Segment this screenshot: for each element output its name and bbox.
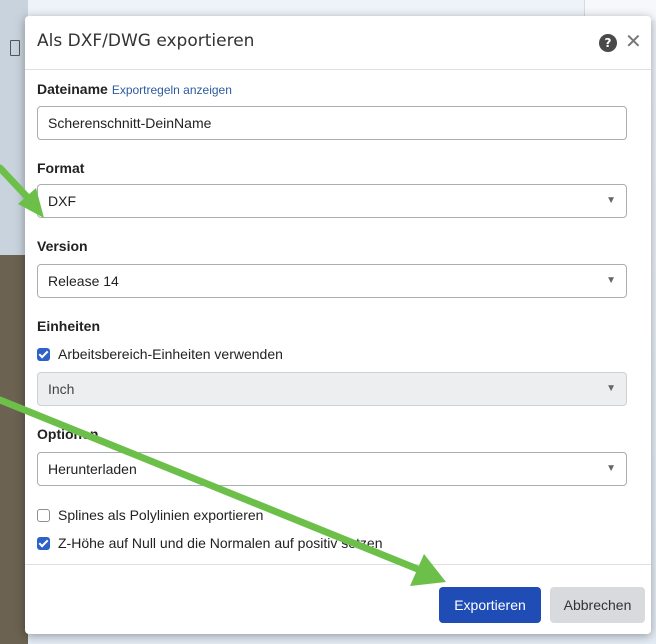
format-label: Format xyxy=(37,160,85,176)
background-viewport xyxy=(0,255,28,644)
use-workspace-units-label: Arbeitsbereich-Einheiten verwenden xyxy=(58,346,283,362)
export-dialog: Als DXF/DWG exportieren ? ✕ Dateiname Exp… xyxy=(25,16,651,634)
splines-checkbox[interactable]: Splines als Polylinien exportieren xyxy=(37,506,263,524)
filename-input[interactable]: Scherenschnitt-DeinName xyxy=(37,106,627,140)
background-toolbar-icon xyxy=(10,40,20,56)
options-label: Optionen xyxy=(37,426,99,442)
checkbox-unchecked-icon xyxy=(37,509,50,522)
chevron-down-icon: ▼ xyxy=(606,383,616,394)
version-select[interactable]: Release 14 ▼ xyxy=(37,264,627,298)
use-workspace-units-checkbox[interactable]: Arbeitsbereich-Einheiten verwenden xyxy=(37,345,283,363)
splines-label: Splines als Polylinien exportieren xyxy=(58,507,264,523)
chevron-down-icon: ▼ xyxy=(606,195,616,206)
chevron-down-icon: ▼ xyxy=(606,463,616,474)
export-button[interactable]: Exportieren xyxy=(439,587,541,623)
version-value: Release 14 xyxy=(48,273,119,289)
filename-label-row: Dateiname Exportregeln anzeigen xyxy=(37,81,232,97)
checkbox-checked-icon xyxy=(37,348,50,361)
options-select[interactable]: Herunterladen ▼ xyxy=(37,452,627,486)
units-select: Inch ▼ xyxy=(37,372,627,406)
filename-value: Scherenschnitt-DeinName xyxy=(48,115,212,131)
checkbox-checked-icon xyxy=(37,537,50,550)
version-label: Version xyxy=(37,238,88,254)
zheight-label: Z-Höhe auf Null und die Normalen auf pos… xyxy=(58,535,383,551)
units-label: Einheiten xyxy=(37,318,101,334)
close-icon[interactable]: ✕ xyxy=(625,30,642,52)
export-rules-link[interactable]: Exportregeln anzeigen xyxy=(112,83,232,97)
dialog-header: Als DXF/DWG exportieren ? ✕ xyxy=(25,16,651,70)
format-value: DXF xyxy=(48,193,76,209)
cancel-button[interactable]: Abbrechen xyxy=(550,587,645,623)
format-select[interactable]: DXF ▼ xyxy=(37,184,627,218)
dialog-title: Als DXF/DWG exportieren xyxy=(37,31,255,51)
units-value: Inch xyxy=(48,381,75,397)
help-icon[interactable]: ? xyxy=(599,34,617,52)
chevron-down-icon: ▼ xyxy=(606,275,616,286)
filename-label: Dateiname xyxy=(37,81,108,97)
options-value: Herunterladen xyxy=(48,461,137,477)
dialog-footer: Exportieren Abbrechen xyxy=(25,564,651,634)
zheight-checkbox[interactable]: Z-Höhe auf Null und die Normalen auf pos… xyxy=(37,534,383,552)
